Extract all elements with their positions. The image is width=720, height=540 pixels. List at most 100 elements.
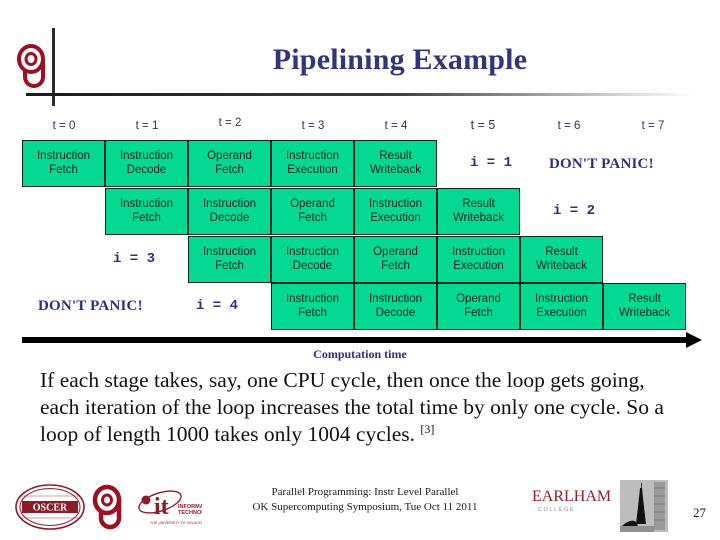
header-horizontal-rule <box>26 93 694 96</box>
pipeline-cell: Instruction Execution <box>271 140 354 187</box>
pipeline-cell: Instruction Decode <box>105 140 188 187</box>
cell-line-2: Fetch <box>132 211 161 224</box>
oscer-logo-icon: OSCER <box>15 484 85 530</box>
cell-line-2: Decode <box>126 163 167 176</box>
cell-line-1: Instruction <box>285 292 340 305</box>
cell-line-1: Instruction <box>119 149 174 162</box>
cell-line-1: Result <box>379 149 412 162</box>
pipeline-cell: Operand Fetch <box>271 188 354 235</box>
pipeline-row-4: Instruction Fetch Instruction Decode Ope… <box>271 283 686 330</box>
pipeline-cell: Instruction Fetch <box>271 283 354 330</box>
cell-line-2: Fetch <box>381 259 410 272</box>
cell-line-1: Operand <box>207 149 252 162</box>
pipeline-cell: Result Writeback <box>354 140 437 187</box>
cell-line-2: Fetch <box>215 163 244 176</box>
time-label-t6: t = 6 <box>557 120 581 132</box>
pipeline-cell: Instruction Decode <box>188 188 271 235</box>
pipeline-cell: Result Writeback <box>437 188 520 235</box>
cell-line-1: Result <box>628 292 661 305</box>
cell-line-2: Writeback <box>370 163 421 176</box>
pipeline-cell: Instruction Fetch <box>105 188 188 235</box>
cell-line-1: Instruction <box>119 197 174 210</box>
pipeline-cell: Instruction Execution <box>520 283 603 330</box>
cell-line-1: Instruction <box>451 245 506 258</box>
pipeline-row-3: Instruction Fetch Instruction Decode Ope… <box>188 236 603 283</box>
cell-line-1: Instruction <box>368 292 423 305</box>
body-paragraph: If each stage takes, say, one CPU cycle,… <box>40 367 688 448</box>
dont-panic-label-top: DON'T PANIC! <box>549 156 654 172</box>
earlham-logo-icon: EARLHAM COLLEGE <box>532 488 611 513</box>
time-label-t1: t = 1 <box>135 120 159 132</box>
ou-logo-icon <box>17 44 45 88</box>
pipeline-cell: Instruction Execution <box>354 188 437 235</box>
cell-line-1: Instruction <box>202 197 257 210</box>
cell-line-1: Instruction <box>368 197 423 210</box>
cell-line-1: Result <box>462 197 495 210</box>
cell-line-2: Decode <box>292 259 333 272</box>
cell-line-1: Operand <box>456 292 501 305</box>
cell-line-2: Fetch <box>298 211 327 224</box>
cell-line-2: Execution <box>453 259 504 272</box>
pipeline-cell: Operand Fetch <box>354 236 437 283</box>
body-paragraph-text: If each stage takes, say, one CPU cycle,… <box>40 368 664 447</box>
iteration-label-2: i = 2 <box>553 203 596 219</box>
pipeline-cell: Instruction Execution <box>437 236 520 283</box>
cell-line-1: Operand <box>290 197 335 210</box>
cell-line-2: Fetch <box>464 306 493 319</box>
cell-line-2: Writeback <box>619 306 670 319</box>
page-title: Pipelining Example <box>272 43 528 76</box>
pipeline-cell: Operand Fetch <box>188 140 271 187</box>
pipeline-cell: Instruction Decode <box>271 236 354 283</box>
svg-text:it: it <box>154 494 169 520</box>
time-label-t2: t = 2 <box>218 117 242 129</box>
svg-text:TECHNOLOGY: TECHNOLOGY <box>178 510 202 516</box>
pipeline-cell: Instruction Fetch <box>188 236 271 283</box>
pipeline-cell: Result Writeback <box>520 236 603 283</box>
pipeline-cell: Operand Fetch <box>437 283 520 330</box>
slide-canvas: Pipelining Example t = 0 t = 1 t = 2 t =… <box>0 0 720 540</box>
page-number: 27 <box>693 505 706 520</box>
cell-line-2: Execution <box>536 306 587 319</box>
cell-line-1: Instruction <box>36 149 91 162</box>
cell-line-2: Fetch <box>49 163 78 176</box>
skyline-image <box>620 480 668 532</box>
cell-line-2: Writeback <box>536 259 587 272</box>
time-label-t0: t = 0 <box>52 120 76 132</box>
cell-line-2: Fetch <box>215 259 244 272</box>
svg-text:COLLEGE: COLLEGE <box>538 507 575 513</box>
pipeline-row-1: Instruction Fetch Instruction Decode Ope… <box>22 140 437 187</box>
iteration-label-4: i = 4 <box>196 298 239 314</box>
cell-line-1: Instruction <box>534 292 589 305</box>
cell-line-1: Instruction <box>285 245 340 258</box>
cell-line-2: Execution <box>370 211 421 224</box>
body-footnote-marker: [3] <box>420 422 435 436</box>
cell-line-1: Result <box>545 245 578 258</box>
dont-panic-label-bottom: DON'T PANIC! <box>38 298 143 314</box>
right-arrow-icon <box>686 332 702 348</box>
cell-line-1: Operand <box>373 245 418 258</box>
time-label-t3: t = 3 <box>301 120 325 132</box>
svg-text:THE UNIVERSITY OF OKLAHOMA: THE UNIVERSITY OF OKLAHOMA <box>150 521 202 525</box>
iteration-label-3: i = 3 <box>113 251 156 267</box>
pipeline-cell: Instruction Fetch <box>22 140 105 187</box>
footer-line-1: Parallel Programming: Instr Level Parall… <box>271 486 459 498</box>
iteration-label-1: i = 1 <box>470 155 513 171</box>
cell-line-2: Execution <box>287 163 338 176</box>
cell-line-2: Fetch <box>298 306 327 319</box>
computation-time-arrow-shaft <box>22 337 688 343</box>
cell-line-2: Decode <box>375 306 416 319</box>
computation-time-label: Computation time <box>313 347 407 361</box>
oit-logo-icon: it INFORMATION TECHNOLOGY THE UNIVERSITY… <box>138 490 202 525</box>
footer-text: Parallel Programming: Instr Level Parall… <box>200 485 530 515</box>
time-label-t5: t = 5 <box>470 118 496 132</box>
cell-line-2: Decode <box>209 211 250 224</box>
pipeline-cell: Result Writeback <box>603 283 686 330</box>
cell-line-1: Instruction <box>202 245 257 258</box>
time-label-t7: t = 7 <box>641 120 665 132</box>
cell-line-2: Writeback <box>453 211 504 224</box>
svg-text:EARLHAM: EARLHAM <box>532 488 611 505</box>
cell-line-1: Instruction <box>285 149 340 162</box>
pipeline-row-2: Instruction Fetch Instruction Decode Ope… <box>105 188 520 235</box>
time-label-t4: t = 4 <box>384 120 408 132</box>
footer-line-2: OK Supercomputing Symposium, Tue Oct 11 … <box>252 500 478 513</box>
